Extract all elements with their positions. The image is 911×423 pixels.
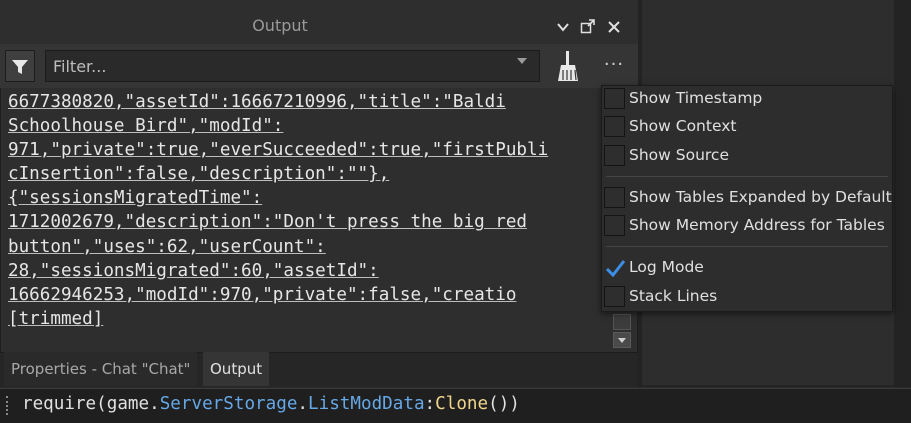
panel-title: Output <box>252 16 308 35</box>
checkmark-icon <box>605 260 626 278</box>
log-line[interactable]: 1712002679,"description":"Don't press th… <box>8 210 608 234</box>
log-line[interactable]: 6677380820,"assetId":16667210996,"title"… <box>8 90 608 114</box>
command-input[interactable]: require(game.ServerStorage.ListModData:C… <box>22 394 520 414</box>
log-line[interactable]: 16662946253,"modId":970,"private":false,… <box>8 283 608 307</box>
menu-item-label: Show Source <box>629 146 729 164</box>
menu-item-stack-lines[interactable]: Stack Lines <box>602 284 892 311</box>
checkbox[interactable] <box>604 88 625 109</box>
tab-output[interactable]: Output <box>203 352 270 386</box>
menu-item-label: Show Context <box>629 117 737 135</box>
checkbox[interactable] <box>604 257 626 278</box>
menu-divider <box>606 246 888 247</box>
cmd-token: ()) <box>488 394 520 414</box>
checkbox[interactable] <box>604 116 625 137</box>
menu-item-show-source[interactable]: Show Source <box>602 143 892 170</box>
log-line[interactable]: 28,"sessionsMigrated":60,"assetId": <box>8 259 608 283</box>
more-options-button[interactable]: ··· <box>600 54 628 78</box>
log-line[interactable]: {"sessionsMigratedTime": <box>8 186 608 210</box>
cmd-token: ( <box>96 394 107 414</box>
output-log[interactable]: 6677380820,"assetId":16667210996,"title"… <box>8 90 608 350</box>
menu-item-show-timestamp[interactable]: Show Timestamp <box>602 86 892 113</box>
log-line[interactable]: [trimmed] <box>8 307 608 331</box>
menu-item-label: Log Mode <box>629 258 704 276</box>
menu-item-show-memory-address[interactable]: Show Memory Address for Tables <box>602 213 892 240</box>
menu-item-log-mode[interactable]: Log Mode <box>602 255 892 282</box>
cmd-token: . <box>297 394 309 414</box>
menu-divider <box>606 176 888 177</box>
menu-item-label: Stack Lines <box>629 287 718 305</box>
checkbox[interactable] <box>604 145 625 166</box>
filter-placeholder: Filter... <box>53 57 107 76</box>
cmd-token: : <box>424 394 436 414</box>
cmd-token: game <box>106 394 150 414</box>
dock-icon[interactable] <box>580 18 596 34</box>
menu-item-show-tables-expanded[interactable]: Show Tables Expanded by Default <box>602 185 892 212</box>
cmd-token: . <box>149 394 160 414</box>
clear-output-button[interactable] <box>551 48 585 84</box>
menu-item-label: Show Timestamp <box>629 89 763 107</box>
filter-toggle-button[interactable] <box>5 50 35 82</box>
scroll-down-button[interactable] <box>613 332 631 348</box>
scrollbar-thumb[interactable] <box>613 314 631 330</box>
checkbox[interactable] <box>604 215 625 236</box>
cmd-token: ListModData <box>308 394 425 414</box>
menu-item-label: Show Tables Expanded by Default <box>629 188 892 206</box>
menu-item-label: Show Memory Address for Tables <box>629 216 885 234</box>
filter-input[interactable] <box>45 50 540 82</box>
close-icon[interactable] <box>607 19 621 33</box>
menu-item-show-context[interactable]: Show Context <box>602 114 892 141</box>
cmd-token: require <box>22 394 97 414</box>
tab-properties[interactable]: Properties - Chat "Chat" <box>4 352 198 386</box>
grip-icon <box>6 396 11 415</box>
log-line[interactable]: 971,"private":true,"everSucceeded":true,… <box>8 138 608 162</box>
cmd-token: Clone <box>435 394 489 414</box>
log-line[interactable]: button","uses":62,"userCount": <box>8 235 608 259</box>
cmd-token: ServerStorage <box>159 394 298 414</box>
log-line[interactable]: cInsertion":false,"description":""}, <box>8 162 608 186</box>
chevron-down-icon[interactable] <box>517 58 527 64</box>
broom-icon <box>558 51 578 81</box>
checkbox[interactable] <box>604 286 625 307</box>
log-line[interactable]: Schoolhouse Bird","modId": <box>8 114 608 138</box>
chevron-down-icon[interactable] <box>556 19 570 33</box>
funnel-icon <box>12 60 28 74</box>
checkbox[interactable] <box>604 187 625 208</box>
